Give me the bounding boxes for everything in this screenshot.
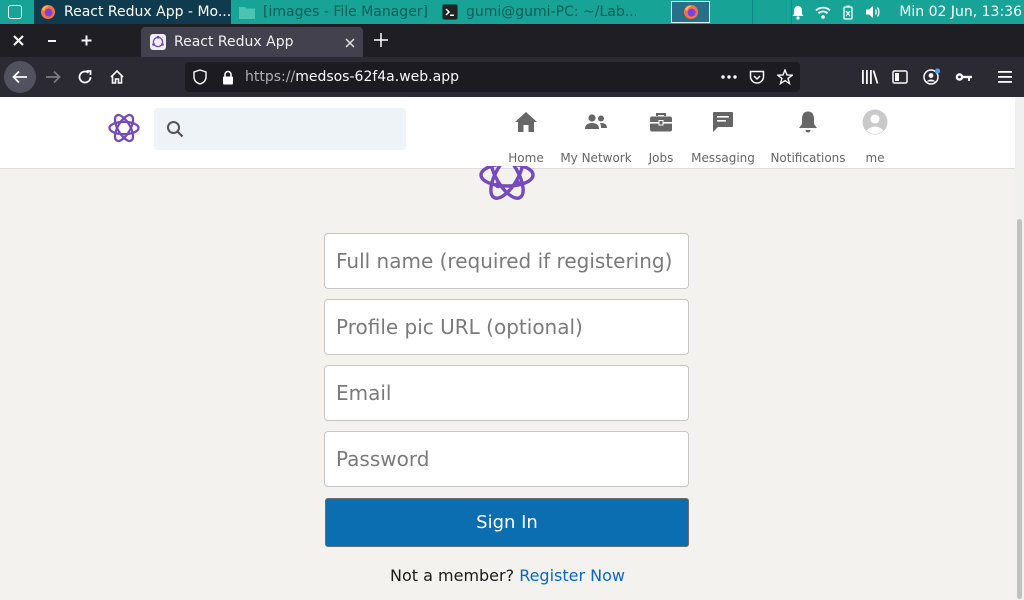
forward-button[interactable] bbox=[37, 61, 69, 93]
url-text[interactable]: https://medsos-62f4a.web.app bbox=[245, 69, 459, 85]
password-field[interactable] bbox=[324, 431, 689, 487]
taskbar-task-label: [images - File Manager] bbox=[263, 4, 429, 20]
account-icon bbox=[923, 68, 941, 85]
taskbar-task-firefox[interactable]: React Redux App - Mo... bbox=[34, 0, 231, 24]
window-minimize-button[interactable] bbox=[35, 24, 69, 57]
page-scrollbar[interactable] bbox=[1015, 97, 1024, 600]
volume-icon[interactable] bbox=[860, 0, 885, 24]
new-tab-button[interactable] bbox=[368, 27, 394, 53]
app-header: Home My Network Jobs Messaging Notificat… bbox=[0, 97, 1015, 169]
reload-button[interactable] bbox=[69, 61, 101, 93]
arrow-left-icon bbox=[12, 70, 27, 84]
tab-close-icon[interactable] bbox=[345, 33, 355, 52]
window-maximize-button[interactable] bbox=[69, 24, 103, 57]
briefcase-icon bbox=[649, 105, 673, 139]
battery-icon[interactable] bbox=[835, 0, 860, 24]
register-prompt: Not a member? Register Now bbox=[0, 566, 1015, 585]
nav-item-messaging[interactable]: Messaging bbox=[691, 105, 755, 165]
wifi-icon[interactable] bbox=[810, 0, 835, 24]
not-a-member-text: Not a member? bbox=[390, 566, 515, 585]
browser-tab-title: React Redux App bbox=[174, 34, 294, 50]
nav-item-my-network[interactable]: My Network bbox=[558, 105, 634, 165]
avatar-icon bbox=[862, 105, 888, 139]
redux-logo-icon[interactable] bbox=[107, 111, 141, 145]
scrollbar-thumb[interactable] bbox=[1017, 219, 1022, 599]
taskbar-task-label: React Redux App - Mo... bbox=[64, 4, 231, 20]
shield-icon[interactable] bbox=[191, 68, 209, 86]
app-menu-icon bbox=[8, 5, 22, 19]
nav-label: Home bbox=[508, 151, 544, 165]
nav-item-notifications[interactable]: Notifications bbox=[768, 105, 848, 165]
taskbar-separator bbox=[752, 0, 753, 24]
sidebar-icon bbox=[892, 70, 908, 84]
url-host: medsos-62f4a.web.app bbox=[295, 69, 459, 85]
browser-nav-bar: https://medsos-62f4a.web.app bbox=[0, 57, 1024, 97]
key-icon bbox=[955, 73, 972, 81]
search-box[interactable] bbox=[154, 108, 406, 150]
back-button[interactable] bbox=[4, 61, 36, 93]
more-actions-icon[interactable] bbox=[720, 68, 738, 86]
firefox-icon bbox=[683, 5, 698, 19]
nav-label: Jobs bbox=[648, 151, 674, 165]
home-icon bbox=[514, 105, 538, 139]
redux-favicon-icon bbox=[150, 34, 166, 50]
os-taskbar: React Redux App - Mo... [images - File M… bbox=[0, 0, 1024, 24]
browser-tab-active[interactable]: React Redux App bbox=[141, 27, 363, 57]
nav-label: Messaging bbox=[691, 151, 755, 165]
bell-icon[interactable] bbox=[785, 0, 810, 24]
register-now-link[interactable]: Register Now bbox=[519, 566, 625, 585]
taskbar-task-terminal[interactable]: gumi@gumi-PC: ~/Lab... bbox=[436, 0, 636, 24]
hamburger-icon bbox=[998, 71, 1012, 83]
arrow-right-icon bbox=[46, 70, 61, 84]
bell-icon bbox=[797, 105, 819, 139]
nav-label: My Network bbox=[560, 151, 632, 165]
passwords-button[interactable] bbox=[948, 61, 980, 93]
home-icon bbox=[110, 69, 124, 84]
search-input[interactable] bbox=[194, 108, 399, 150]
full-name-field[interactable] bbox=[324, 233, 689, 289]
page-content: Home My Network Jobs Messaging Notificat… bbox=[0, 97, 1015, 600]
nav-item-home[interactable]: Home bbox=[507, 105, 545, 165]
account-button[interactable] bbox=[916, 61, 948, 93]
nav-label: me bbox=[865, 151, 885, 165]
library-button[interactable] bbox=[854, 61, 886, 93]
lock-icon[interactable] bbox=[219, 68, 237, 86]
redux-logo-icon bbox=[479, 166, 535, 200]
reload-icon bbox=[78, 70, 92, 84]
message-icon bbox=[712, 105, 734, 139]
sidebar-toggle-button[interactable] bbox=[884, 61, 916, 93]
clock[interactable]: Min 02 Jun, 13:36 bbox=[885, 4, 1024, 20]
firefox-icon bbox=[40, 4, 56, 20]
email-field[interactable] bbox=[324, 365, 689, 421]
pocket-icon[interactable] bbox=[748, 68, 766, 86]
home-button[interactable] bbox=[101, 61, 133, 93]
network-icon bbox=[584, 105, 608, 139]
library-icon bbox=[862, 70, 879, 84]
profile-pic-url-field[interactable] bbox=[324, 299, 689, 355]
close-icon bbox=[12, 35, 24, 46]
app-menu-button[interactable] bbox=[0, 0, 30, 24]
minimize-icon bbox=[48, 39, 56, 42]
nav-item-jobs[interactable]: Jobs bbox=[645, 105, 677, 165]
window-close-button[interactable] bbox=[1, 24, 35, 57]
taskbar-task-file-manager[interactable]: [images - File Manager] bbox=[233, 0, 436, 24]
folder-icon bbox=[239, 4, 255, 20]
hero-logo bbox=[477, 166, 537, 206]
taskbar-task-label: gumi@gumi-PC: ~/Lab... bbox=[466, 4, 636, 20]
plus-icon bbox=[374, 33, 388, 47]
nav-label: Notifications bbox=[770, 151, 846, 165]
url-bar[interactable]: https://medsos-62f4a.web.app bbox=[185, 62, 800, 92]
nav-item-me[interactable]: me bbox=[860, 105, 890, 165]
workspace-firefox-button[interactable] bbox=[671, 1, 710, 23]
system-tray: Min 02 Jun, 13:36 bbox=[785, 0, 1024, 24]
sign-in-button[interactable]: Sign In bbox=[325, 498, 689, 547]
plus-icon bbox=[81, 35, 91, 46]
browser-tab-strip: React Redux App bbox=[0, 24, 1024, 57]
search-icon bbox=[167, 121, 184, 138]
menu-button[interactable] bbox=[989, 61, 1021, 93]
terminal-icon bbox=[442, 4, 458, 20]
url-scheme: https:// bbox=[245, 69, 296, 85]
bookmark-star-icon[interactable] bbox=[776, 68, 794, 86]
